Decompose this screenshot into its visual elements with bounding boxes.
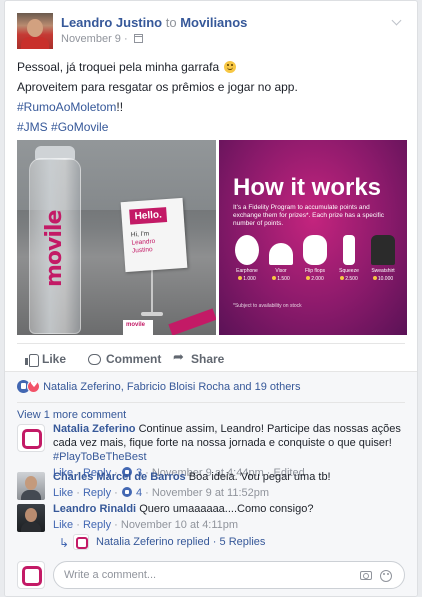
hashtag-link[interactable]: #JMS bbox=[17, 120, 48, 134]
comment-reply-link[interactable]: Reply bbox=[83, 487, 111, 499]
sweatshirt-icon bbox=[371, 235, 395, 265]
post-card: Leandro Justino to Movilianos November 9… bbox=[4, 0, 418, 597]
prize-flip-flops: Flip flops 2.000 bbox=[301, 235, 329, 282]
comment-like-link[interactable]: Like bbox=[53, 487, 73, 499]
commenter-avatar[interactable] bbox=[17, 424, 45, 452]
hashtag-suffix: !! bbox=[116, 100, 124, 114]
hashtag-link[interactable]: #PlayToBeTheBest bbox=[53, 451, 147, 463]
comment-time[interactable]: November 10 at 4:11pm bbox=[121, 519, 238, 531]
hiw-title: How it works bbox=[233, 174, 382, 201]
post-header: Leandro Justino to Movilianos November 9… bbox=[17, 13, 405, 53]
share-icon bbox=[173, 350, 186, 365]
post-date[interactable]: November 9 · bbox=[61, 33, 128, 45]
hiw-note: *Subject to availability on stock bbox=[233, 303, 302, 309]
comment-item: Charles Marcel de Barros Boa ideia. Vou … bbox=[17, 470, 405, 500]
prize-list: Earphone 1.000 Visor 1.500 Flip flops 2.000… bbox=[233, 235, 397, 295]
comment-button[interactable]: Comment bbox=[88, 352, 161, 366]
box-logo: movile bbox=[126, 322, 146, 328]
hashtag-link[interactable]: #RumoAoMoletom bbox=[17, 100, 116, 114]
camera-icon[interactable] bbox=[360, 571, 372, 580]
prize-earphone: Earphone 1.000 bbox=[233, 235, 261, 282]
comment-text: Quero umaaaaaa....Como consigo? bbox=[139, 503, 314, 515]
share-button[interactable]: Share bbox=[173, 350, 224, 366]
audience-icon[interactable] bbox=[133, 34, 143, 43]
sign-name2: Justino bbox=[131, 246, 153, 255]
group-name-link[interactable]: Movilianos bbox=[180, 15, 247, 30]
view-more-comments-link[interactable]: View 1 more comment bbox=[17, 409, 126, 421]
comment-item: Leandro Rinaldi Quero umaaaaaa....Como c… bbox=[17, 502, 405, 532]
love-reaction-icon bbox=[27, 380, 40, 393]
comment-text: Boa ideia. Vou pegar uma tb! bbox=[188, 471, 331, 483]
thumbs-up-icon bbox=[25, 353, 39, 367]
comment-text-block: Charles Marcel de Barros Boa ideia. Vou … bbox=[53, 470, 405, 484]
comment-icon bbox=[88, 354, 101, 365]
prize-sweatshirt: Sweatshirt 10.000 bbox=[369, 235, 397, 282]
reactions-summary[interactable]: Natalia Zeferino, Fabricio Bloisi Rocha … bbox=[17, 380, 300, 393]
comment-reply-link[interactable]: Reply bbox=[83, 519, 111, 531]
comment-text-block: Leandro Rinaldi Quero umaaaaaa....Como c… bbox=[53, 502, 405, 516]
comment-text-block: Natalia Zeferino Continue assim, Leandro… bbox=[53, 422, 405, 464]
how-it-works-photo[interactable]: How it works It's a Fidelity Program to … bbox=[219, 140, 407, 335]
current-user-avatar bbox=[17, 561, 45, 589]
comment-meta: Like · Reply · November 10 at 4:11pm bbox=[53, 519, 239, 531]
hashtag-link[interactable]: #GoMovile bbox=[51, 120, 108, 134]
earphone-icon bbox=[235, 235, 259, 265]
small-box: movile bbox=[123, 320, 153, 335]
bottle-photo[interactable]: movile Hello. Hi, I'm Leandro Justino mo… bbox=[17, 140, 216, 335]
name-sign: Hello. Hi, I'm Leandro Justino bbox=[120, 197, 188, 273]
replies-count[interactable]: replied · 5 Replies bbox=[177, 536, 266, 548]
smile-emoji-icon bbox=[224, 61, 237, 73]
comment-like-count[interactable]: 4 bbox=[136, 487, 142, 499]
commenter-name[interactable]: Leandro Rinaldi bbox=[53, 503, 136, 515]
replier-avatar bbox=[73, 534, 89, 550]
comment-composer: Write a comment... bbox=[17, 561, 405, 589]
comment-like-link[interactable]: Like bbox=[53, 519, 73, 531]
sign-hello: Hello. bbox=[129, 207, 168, 225]
hiw-description: It's a Fidelity Program to accumulate po… bbox=[233, 204, 385, 227]
like-count-icon bbox=[121, 487, 132, 497]
sticker-icon[interactable] bbox=[380, 570, 392, 582]
post-actions: Like Comment Share bbox=[17, 343, 405, 371]
chevron-down-icon[interactable] bbox=[389, 15, 405, 31]
lanyard bbox=[168, 308, 216, 335]
comment-item: Natalia Zeferino Continue assim, Leandro… bbox=[17, 422, 405, 479]
comment-meta: Like · Reply · 4 · November 9 at 11:52pm bbox=[53, 487, 270, 499]
like-button[interactable]: Like bbox=[25, 352, 66, 367]
commenter-avatar[interactable] bbox=[17, 472, 45, 500]
author-name-link[interactable]: Leandro Justino bbox=[61, 15, 162, 30]
post-meta: November 9 · bbox=[61, 33, 143, 45]
post-author-line: Leandro Justino to Movilianos bbox=[61, 15, 247, 30]
post-text-line1: Pessoal, já troquei pela minha garrafa bbox=[17, 60, 220, 74]
prize-visor: Visor 1.500 bbox=[267, 235, 295, 282]
comment-input-placeholder: Write a comment... bbox=[64, 569, 157, 581]
comment-input[interactable]: Write a comment... bbox=[53, 561, 405, 589]
flip-flops-icon bbox=[303, 235, 327, 265]
author-avatar[interactable] bbox=[17, 13, 53, 49]
post-text-line2: Aproveitem para resgatar os prêmios e jo… bbox=[17, 80, 298, 94]
reply-arrow-icon: ↳ bbox=[59, 536, 70, 550]
visor-icon bbox=[269, 243, 293, 265]
post-text: Pessoal, já troquei pela minha garrafa A… bbox=[17, 57, 405, 137]
water-bottle: movile bbox=[29, 158, 81, 334]
to-word: to bbox=[165, 15, 177, 30]
squeeze-icon bbox=[343, 235, 355, 265]
reactions-text: Natalia Zeferino, Fabricio Bloisi Rocha … bbox=[43, 381, 301, 393]
commenter-name[interactable]: Natalia Zeferino bbox=[53, 423, 136, 435]
post-photos: movile Hello. Hi, I'm Leandro Justino mo… bbox=[17, 140, 407, 335]
prize-squeeze: Squeeze 2.500 bbox=[335, 235, 363, 282]
replier-name[interactable]: Natalia Zeferino bbox=[96, 536, 174, 548]
bottle-logo: movile bbox=[42, 210, 67, 287]
comment-time[interactable]: November 9 at 11:52pm bbox=[152, 487, 269, 499]
commenter-avatar[interactable] bbox=[17, 504, 45, 532]
commenter-name[interactable]: Charles Marcel de Barros bbox=[53, 471, 186, 483]
